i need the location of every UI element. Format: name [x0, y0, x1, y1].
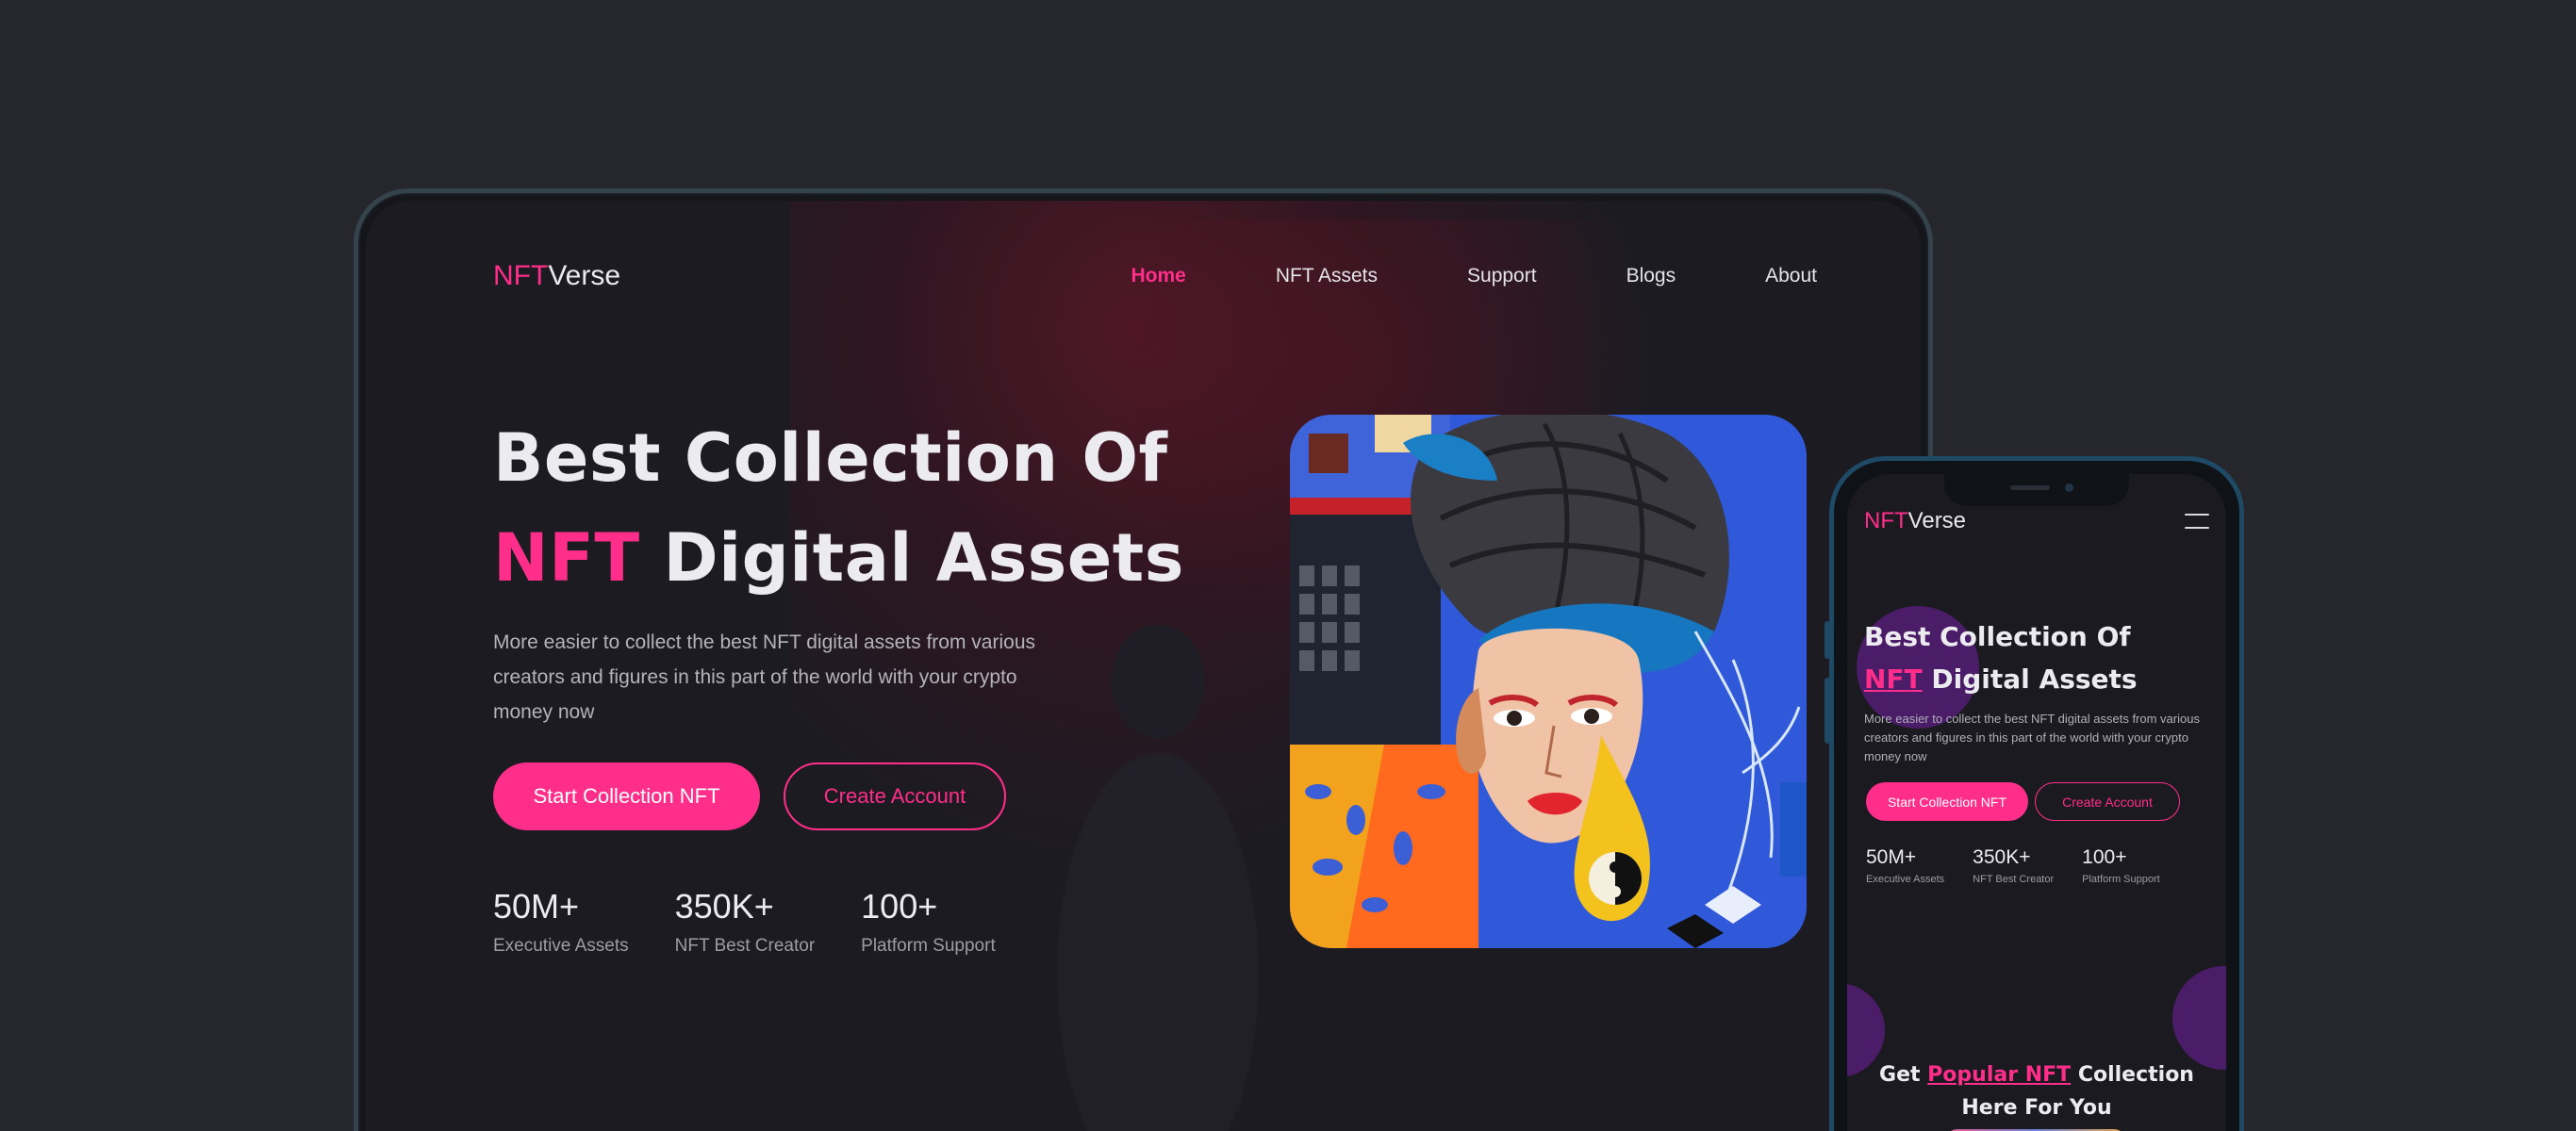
stat-value: 100+ [861, 887, 938, 926]
start-collection-button[interactable]: Start Collection NFT [493, 762, 760, 830]
brand-logo-prefix: NFT [493, 260, 549, 291]
phone-create-account-button[interactable]: Create Account [2035, 782, 2180, 821]
stat-value: 100+ [2082, 846, 2127, 868]
brand-logo[interactable]: NFTVerse [493, 260, 620, 292]
phone-stat-platform-support: 100+ Platform Support [2082, 846, 2160, 885]
phone-device-frame: NFTVerse Best Collection Of NFT Digital … [1825, 456, 2244, 1131]
nav-link-blogs[interactable]: Blogs [1627, 265, 1676, 287]
nav-links: Home NFT Assets Support Blogs About [1042, 265, 1817, 287]
nav-link-nft-assets[interactable]: NFT Assets [1276, 265, 1378, 287]
nav-link-support[interactable]: Support [1467, 265, 1537, 287]
phone-hero-title: Best Collection Of NFT Digital Assets [1864, 615, 2138, 700]
stat-value: 50M+ [1866, 846, 1917, 868]
phone-hero-title-highlight: NFT [1864, 664, 1923, 695]
section-title-highlight[interactable]: Popular NFT [1927, 1063, 2071, 1087]
hero-title-highlight: NFT [493, 519, 640, 597]
brand-logo-suffix: Verse [548, 260, 621, 291]
nav-link-home[interactable]: Home [1131, 265, 1186, 287]
phone-camera [2065, 484, 2073, 492]
background-silhouette [1016, 578, 1299, 1131]
phone-side-button [1825, 621, 1830, 659]
section-title-post: Collection [2071, 1063, 2194, 1087]
phone-volume-button [1825, 678, 1830, 744]
stat-label: Executive Assets [1866, 874, 1945, 885]
phone-speaker [2010, 485, 2050, 490]
hero-title-line2: Digital Assets [639, 519, 1184, 597]
phone-hero-title-line2: Digital Assets [1922, 664, 2138, 695]
phone-notch [1944, 474, 2129, 506]
top-navbar: NFTVerse Home NFT Assets Support Blogs A… [493, 253, 1817, 300]
phone-decor-blob [2172, 966, 2226, 1070]
hero-description: More easier to collect the best NFT digi… [493, 631, 1036, 723]
phone-brand-logo-suffix: Verse [1907, 508, 1967, 533]
phone-stat-executive-assets: 50M+ Executive Assets [1866, 846, 1944, 885]
phone-navbar: NFTVerse [1864, 508, 2209, 534]
phone-popular-section-title: Get Popular NFT Collection Here For You [1847, 1058, 2226, 1124]
phone-hero-stats: 50M+ Executive Assets 350K+ NFT Best Cre… [1866, 846, 2188, 885]
desktop-screen: NFTVerse Home NFT Assets Support Blogs A… [366, 201, 1921, 1131]
stat-label: Platform Support [2082, 874, 2160, 885]
stat-platform-support: 100+ Platform Support [861, 887, 996, 957]
section-title-line2: Here For You [1961, 1096, 2112, 1120]
phone-hero-title-line1: Best Collection Of [1864, 621, 2131, 652]
section-title-pre: Get [1879, 1063, 1928, 1087]
stat-value: 350K+ [674, 887, 774, 926]
stat-value: 350K+ [1973, 846, 2031, 868]
nav-link-about[interactable]: About [1765, 265, 1817, 287]
hero-nft-artwork [1290, 415, 1807, 948]
hamburger-menu-icon[interactable] [2185, 514, 2209, 529]
stat-value: 50M+ [493, 887, 580, 926]
hero-title-line1: Best Collection Of [493, 419, 1168, 497]
stat-label: NFT Best Creator [1973, 874, 2055, 885]
stat-label: Executive Assets [493, 936, 629, 956]
stat-label: Platform Support [861, 936, 996, 956]
create-account-button[interactable]: Create Account [784, 762, 1006, 830]
stat-executive-assets: 50M+ Executive Assets [493, 887, 629, 957]
nft-artwork-illustration [1290, 415, 1807, 948]
phone-brand-logo-prefix: NFT [1864, 508, 1908, 533]
phone-stat-best-creator: 350K+ NFT Best Creator [1973, 846, 2054, 885]
stat-label: NFT Best Creator [674, 936, 816, 956]
hero-title: Best Collection Of NFT Digital Assets [493, 408, 1184, 608]
hero-stats: 50M+ Executive Assets 350K+ NFT Best Cre… [493, 887, 1042, 957]
phone-start-collection-button[interactable]: Start Collection NFT [1866, 782, 2028, 821]
phone-brand-logo[interactable]: NFTVerse [1864, 508, 1966, 534]
stat-best-creator: 350K+ NFT Best Creator [675, 887, 816, 957]
phone-hero-description: More easier to collect the best NFT digi… [1864, 712, 2200, 763]
desktop-device-frame: NFTVerse Home NFT Assets Support Blogs A… [354, 188, 1933, 1131]
phone-screen: NFTVerse Best Collection Of NFT Digital … [1847, 474, 2226, 1131]
